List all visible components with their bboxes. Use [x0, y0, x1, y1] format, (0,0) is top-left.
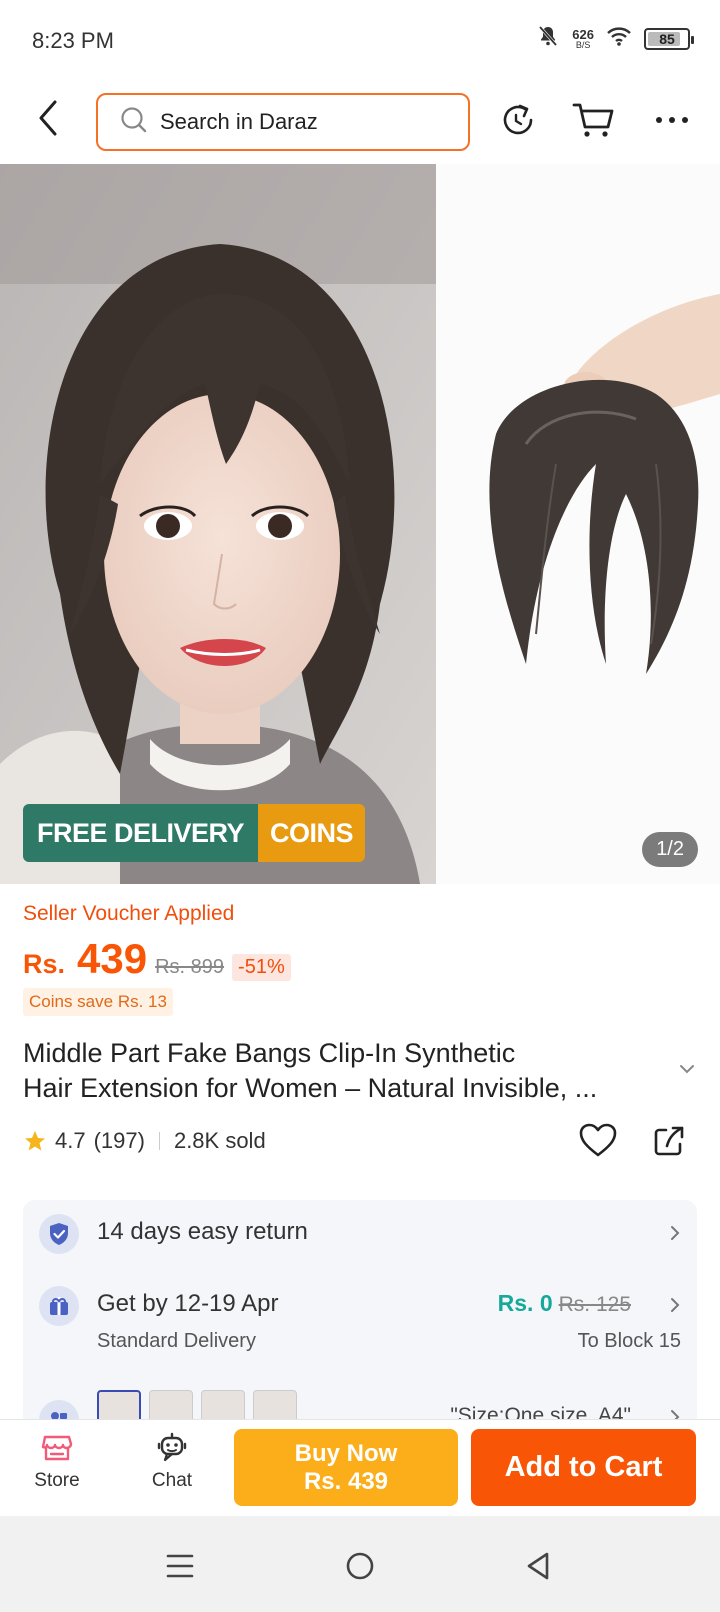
buy-now-label: Buy Now: [294, 1439, 398, 1467]
product-photo-model: [0, 164, 436, 884]
wifi-icon: [606, 25, 632, 52]
product-title-line1: Middle Part Fake Bangs Clip-In Synthetic: [23, 1038, 516, 1068]
product-title[interactable]: Middle Part Fake Bangs Clip-In Synthetic…: [23, 1036, 663, 1106]
product-gallery[interactable]: FREE DELIVERY COINS 1/2: [0, 164, 720, 884]
gallery-pager: 1/2: [642, 832, 698, 867]
delivery-box-icon: [39, 1286, 79, 1326]
status-icons: 626 B/S 85: [536, 24, 694, 53]
search-placeholder: Search in Daraz: [160, 109, 318, 134]
mute-bell-icon: [536, 24, 560, 53]
search-input[interactable]: Search in Daraz: [96, 93, 470, 151]
delivery-fee-now: Rs. 0: [497, 1290, 553, 1316]
cart-icon[interactable]: [571, 98, 615, 142]
share-icon[interactable]: [652, 1124, 686, 1163]
return-policy-text: 14 days easy return: [97, 1218, 308, 1245]
more-icon[interactable]: [650, 98, 694, 142]
buy-now-button[interactable]: Buy Now Rs. 439: [234, 1429, 458, 1506]
chevron-right-icon: [669, 1224, 681, 1247]
delivery-row[interactable]: Get by 12-19 Apr Standard Delivery Rs. 0…: [23, 1272, 697, 1362]
store-icon: [17, 1430, 97, 1466]
product-title-line2: Hair Extension for Women – Natural Invis…: [23, 1073, 598, 1103]
review-count: (197): [93, 1128, 145, 1153]
discount-badge: -51%: [232, 954, 291, 981]
return-policy-row[interactable]: 14 days easy return: [23, 1200, 697, 1268]
system-navigation-bar: [0, 1516, 720, 1612]
price-value: 439: [77, 935, 148, 982]
add-to-cart-button[interactable]: Add to Cart: [471, 1429, 696, 1506]
search-icon: [120, 106, 148, 139]
seller-voucher-label: Seller Voucher Applied: [23, 902, 235, 925]
buy-now-price: Rs. 439: [303, 1467, 389, 1495]
network-speed-value: 626: [572, 26, 594, 42]
status-bar: 8:23 PM 626 B/S 85: [0, 0, 720, 80]
chat-icon: [132, 1430, 212, 1466]
divider: [158, 1132, 160, 1150]
chat-label: Chat: [151, 1470, 193, 1491]
rating-value: 4.7: [55, 1128, 86, 1153]
wishlist-heart-icon[interactable]: [578, 1122, 618, 1163]
shield-check-icon: [39, 1214, 79, 1254]
chevron-down-icon[interactable]: [678, 1062, 696, 1080]
delivery-fee: Rs. 0 Rs. 125: [498, 1290, 631, 1317]
store-button[interactable]: Store: [17, 1430, 97, 1492]
store-label: Store: [34, 1470, 80, 1491]
back-arrow-icon[interactable]: [28, 98, 68, 138]
network-speed: 626 B/S: [572, 28, 594, 50]
bottom-action-bar: Store Chat Buy Now Rs. 439 Add to Cart: [0, 1419, 720, 1515]
back-triangle-icon[interactable]: [518, 1546, 558, 1586]
chevron-right-icon: [669, 1296, 681, 1319]
delivery-date-text: Get by 12-19 Apr: [97, 1290, 279, 1317]
refresh-icon[interactable]: [496, 98, 540, 142]
service-info-card: 14 days easy return Get by 12-19 Apr Sta…: [23, 1200, 697, 1430]
sold-count: 2.8K sold: [173, 1128, 266, 1153]
battery-text: 85: [659, 30, 675, 47]
price-row: Rs. 439 Rs. 899 -51%: [23, 935, 291, 983]
product-photo-bangs: [436, 164, 720, 884]
recent-apps-icon[interactable]: [160, 1546, 200, 1586]
delivery-fee-was: Rs. 125: [558, 1293, 631, 1316]
price-currency: Rs.: [23, 949, 66, 979]
status-time: 8:23 PM: [32, 28, 114, 53]
delivery-location-text: To Block 15: [577, 1330, 681, 1352]
delivery-type-text: Standard Delivery: [97, 1330, 256, 1352]
chat-button[interactable]: Chat: [132, 1430, 212, 1492]
top-header: Search in Daraz: [0, 88, 720, 158]
star-icon: [23, 1129, 47, 1153]
rating-row[interactable]: 4.7 (197) 2.8K sold: [23, 1128, 266, 1154]
coins-badge: COINS: [258, 804, 366, 862]
network-speed-unit: B/S: [575, 39, 591, 50]
free-delivery-badge: FREE DELIVERY: [23, 804, 259, 862]
promo-badge: FREE DELIVERY COINS: [23, 804, 366, 862]
coins-save-badge: Coins save Rs. 13: [23, 988, 173, 1016]
add-to-cart-label: Add to Cart: [504, 1451, 663, 1483]
original-price: Rs. 899: [155, 956, 225, 978]
battery-icon: 85: [644, 27, 694, 50]
home-circle-icon[interactable]: [340, 1546, 380, 1586]
